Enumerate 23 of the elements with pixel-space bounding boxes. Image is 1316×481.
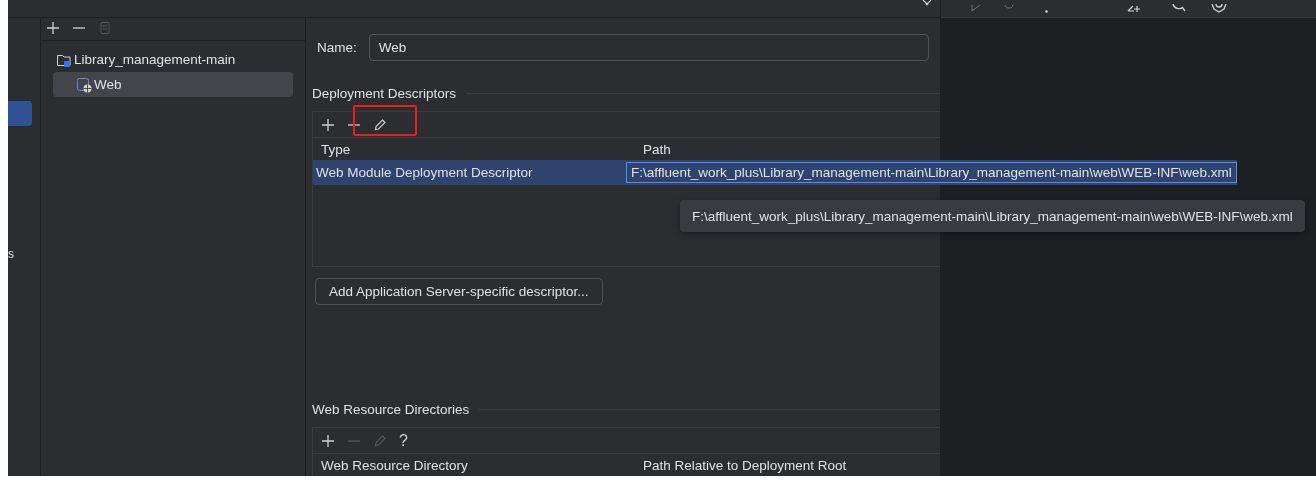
column-header[interactable]: Type: [313, 141, 635, 157]
add-icon[interactable]: [46, 20, 60, 35]
name-field[interactable]: Web: [368, 34, 929, 61]
add-icon[interactable]: [321, 433, 335, 448]
add-descriptor-button[interactable]: Add Application Server-specific descriptor...: [315, 278, 603, 305]
tree-item[interactable]: Web: [53, 72, 293, 97]
section-title: Web Resource Directories: [312, 401, 470, 417]
tree-item[interactable]: Library_management-main: [53, 47, 293, 72]
table-cell: F:\affluent_work_plus\Library_management-main\Library_management-main\web\WEB-INF\web.xml: [626, 162, 1237, 183]
help-button[interactable]: ?: [399, 432, 408, 449]
path-tooltip: F:\affluent_work_plus\Library_management-main\Library_management-main\web\WEB-INF\web.xml: [680, 200, 1305, 232]
table-row[interactable]: Web Module Deployment Descriptor F:\affluent_work_plus\Library_management-main\Library_management-main\web\WEB-INF\web.xml: [313, 160, 1237, 185]
add-icon[interactable]: [321, 117, 335, 132]
pencil-icon[interactable]: [373, 117, 387, 132]
column-header[interactable]: Web Resource Directory: [313, 457, 635, 473]
column-header[interactable]: Path: [635, 141, 671, 157]
column-header[interactable]: Path Relative to Deployment Root: [635, 457, 847, 473]
more-icon[interactable]: [1045, 10, 1048, 13]
sidebar-item[interactable]: s: [8, 242, 32, 267]
web-module-icon: [76, 76, 92, 93]
table-cell-text: Web Module Deployment Descriptor: [315, 165, 534, 180]
field-label: Name:: [317, 40, 357, 55]
section-title: Deployment Descriptors: [312, 85, 457, 101]
